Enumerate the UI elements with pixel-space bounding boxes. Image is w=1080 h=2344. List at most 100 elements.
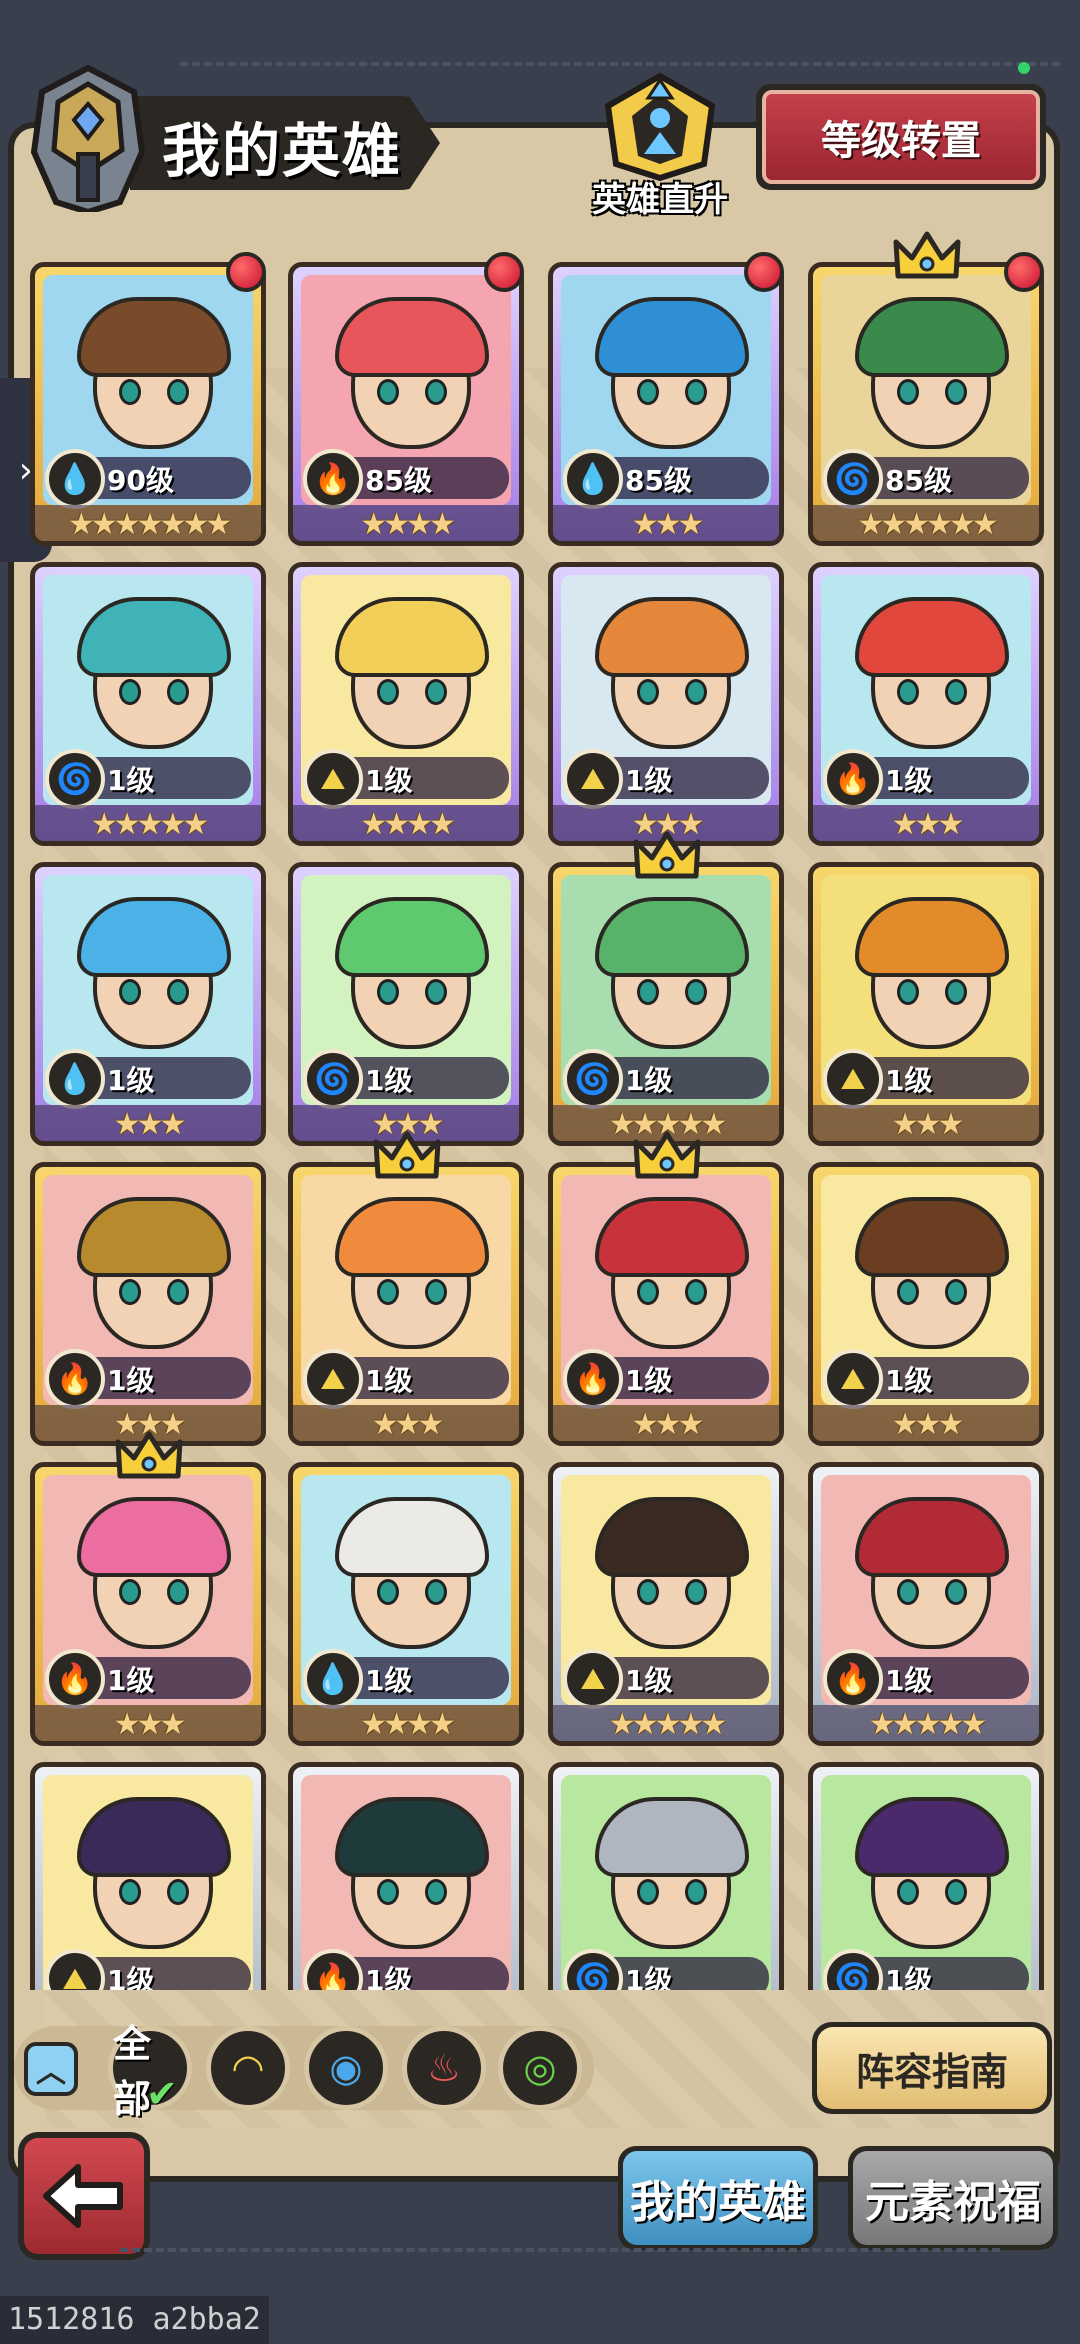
hero-level: 1级 <box>885 1964 933 1990</box>
fire-element-icon: 🔥 <box>823 749 883 809</box>
fire-element-icon: ♨ <box>426 2046 462 2090</box>
hero-eye <box>945 679 967 705</box>
filter-water-button[interactable]: ◉ <box>304 2026 388 2110</box>
filter-wind-button[interactable]: ◎ <box>498 2026 582 2110</box>
chevron-up-icon: ︿ <box>36 2055 66 2090</box>
water-element-icon: ◉ <box>329 2046 363 2090</box>
star-icons: ★★★★★★ <box>857 507 998 542</box>
hero-eye <box>897 1879 919 1905</box>
earth-element-icon: ⛰ <box>563 1649 623 1709</box>
hero-card[interactable]: 🔥 1级 ★★★ <box>808 562 1044 846</box>
hero-hair <box>335 297 489 377</box>
hero-card[interactable]: ⛰ 1级 ★★★ <box>288 1162 524 1446</box>
lineup-guide-label: 阵容指南 <box>817 2027 1047 2109</box>
star-icons: ★★★ <box>113 1707 187 1742</box>
hero-card[interactable]: ⛰ 1级 ★★★★★ <box>548 1462 784 1746</box>
hero-card[interactable]: 💧 85级 ★★★ <box>548 262 784 546</box>
hero-eye <box>685 1579 707 1605</box>
hero-level: 1级 <box>365 764 413 797</box>
hero-eye <box>637 1879 659 1905</box>
collapse-filter-button[interactable]: ︿ <box>24 2042 78 2096</box>
hero-eye <box>119 979 141 1005</box>
hero-hair <box>855 897 1009 977</box>
hero-hair <box>335 1797 489 1877</box>
tab-element-blessing[interactable]: 元素祝福 <box>848 2146 1058 2250</box>
hero-eye <box>897 1579 919 1605</box>
hero-card[interactable]: 🌀 1级 ★★★ <box>288 862 524 1146</box>
star-rating: ★★★ <box>553 1405 779 1442</box>
star-icons: ★★★★★ <box>90 807 210 842</box>
hero-level: 1级 <box>107 764 155 797</box>
hero-eye <box>377 1579 399 1605</box>
lineup-guide-button[interactable]: 阵容指南 <box>812 2022 1052 2114</box>
star-icons: ★★★★ <box>360 507 456 542</box>
hero-eye <box>945 1279 967 1305</box>
hero-card[interactable]: 🔥 1级 ★★★★★ <box>808 1462 1044 1746</box>
earth-element-icon: ⛰ <box>563 749 623 809</box>
hero-card[interactable]: 🔥 85级 ★★★★ <box>288 262 524 546</box>
hero-eye <box>119 1879 141 1905</box>
hero-eye <box>167 979 189 1005</box>
star-icons: ★★★ <box>371 1407 445 1442</box>
hero-card[interactable]: 💧 90级 ★★★★★★★ <box>30 262 266 546</box>
back-arrow-icon <box>43 2164 123 2228</box>
hero-eye <box>377 1279 399 1305</box>
fire-element-icon: 🔥 <box>563 1349 623 1409</box>
hero-card[interactable]: 🔥 1级 ★★★ <box>30 1462 266 1746</box>
hero-eye <box>945 979 967 1005</box>
hero-eye <box>685 679 707 705</box>
hero-level: 1级 <box>365 1964 413 1990</box>
fire-element-icon: 🔥 <box>823 1649 883 1709</box>
hero-hair <box>77 897 231 977</box>
hero-level: 1级 <box>885 764 933 797</box>
hero-card[interactable]: 🌀 1级 <box>548 1762 784 1990</box>
hero-card[interactable]: ⛰ 1级 ★★★★ <box>288 562 524 846</box>
hero-card[interactable]: 🌀 1级 ★★★★★ <box>548 862 784 1146</box>
tab-element-blessing-label: 元素祝福 <box>853 2151 1053 2245</box>
bottom-divider <box>120 2248 1000 2252</box>
hero-card[interactable]: 🔥 1级 <box>288 1762 524 1990</box>
hero-hair <box>77 1197 231 1277</box>
hero-eye <box>425 1279 447 1305</box>
hero-card[interactable]: 🌀 1级 <box>808 1762 1044 1990</box>
hero-hair <box>77 1797 231 1877</box>
hero-eye <box>637 1579 659 1605</box>
hero-card[interactable]: 🌀 1级 ★★★★★ <box>30 562 266 846</box>
hero-card[interactable]: 💧 1级 ★★★★ <box>288 1462 524 1746</box>
hero-level: 1级 <box>107 1064 155 1097</box>
hero-hair <box>595 297 749 377</box>
hero-hair <box>855 597 1009 677</box>
filter-earth-button[interactable]: ◠ <box>206 2026 290 2110</box>
notification-dot <box>484 252 524 292</box>
star-rating: ★★★★ <box>293 1705 519 1741</box>
hero-card[interactable]: 🔥 1级 ★★★ <box>548 1162 784 1446</box>
filter-fire-button[interactable]: ♨ <box>402 2026 486 2110</box>
water-element-icon: 💧 <box>563 449 623 509</box>
star-icons: ★★★ <box>631 1407 705 1442</box>
crown-icon <box>373 1131 441 1179</box>
hero-hair <box>855 1797 1009 1877</box>
hero-grid: 💧 90级 ★★★★★★★ 🔥 85级 ★★★★ 💧 85级 ★★★ 🌀 85级 ★★★★★★ 🌀 1级 ★… <box>30 262 1050 1990</box>
hero-card[interactable]: ⛰ 1级 <box>30 1762 266 1990</box>
hero-card[interactable]: ⛰ 1级 ★★★ <box>808 1162 1044 1446</box>
hero-card[interactable]: ⛰ 1级 ★★★ <box>808 862 1044 1146</box>
hero-level: 1级 <box>365 1364 413 1397</box>
star-icons: ★★★ <box>891 1407 965 1442</box>
hero-level: 1级 <box>107 1364 155 1397</box>
hero-level: 85级 <box>625 464 692 497</box>
level-transfer-button[interactable]: 等级转置 <box>756 84 1046 190</box>
hero-hair <box>595 1497 749 1577</box>
notification-dot <box>744 252 784 292</box>
direct-level-up-button[interactable]: 英雄直升 <box>580 72 740 222</box>
hero-card[interactable]: 💧 1级 ★★★ <box>30 862 266 1146</box>
hero-hair <box>77 1497 231 1577</box>
back-button[interactable] <box>18 2132 150 2260</box>
tab-my-heroes[interactable]: 我的英雄 <box>618 2146 818 2250</box>
hero-hair <box>595 1197 749 1277</box>
hero-card[interactable]: 🔥 1级 ★★★ <box>30 1162 266 1446</box>
hero-card[interactable]: 🌀 85级 ★★★★★★ <box>808 262 1044 546</box>
level-transfer-label: 等级转置 <box>762 90 1040 184</box>
hero-eye <box>637 1279 659 1305</box>
hero-card[interactable]: ⛰ 1级 ★★★ <box>548 562 784 846</box>
hero-level: 1级 <box>885 1664 933 1697</box>
